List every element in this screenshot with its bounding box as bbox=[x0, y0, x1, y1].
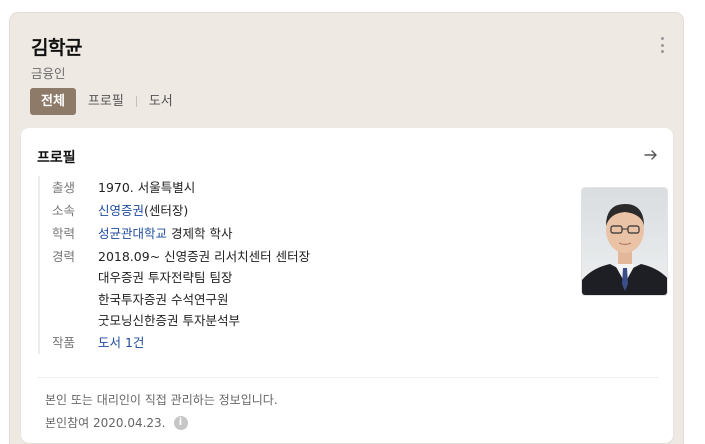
row-works: 작품 도서 1건 bbox=[52, 331, 310, 354]
row-career: 경력 2018.09~ 신영증권 리서치센터 센터장 대우증권 투자전략팀 팀장… bbox=[52, 245, 310, 331]
birth-label: 출생 bbox=[52, 180, 76, 195]
career-line: 한국투자증권 수석연구원 bbox=[98, 291, 229, 307]
managed-note: 본인 또는 대리인이 직접 관리하는 정보입니다. bbox=[45, 393, 278, 407]
arrow-right-icon[interactable] bbox=[643, 147, 659, 163]
affiliation-label: 소속 bbox=[52, 203, 76, 218]
info-icon[interactable]: i bbox=[173, 415, 188, 430]
profile-card: 프로필 출생 1970. 서울특별시 소속 신영증권(센터장) 학력 성균관대학… bbox=[21, 128, 673, 443]
verified-row: 본인참여 2020.04.23. i bbox=[45, 414, 188, 431]
career-label: 경력 bbox=[52, 249, 76, 264]
person-panel: 김학균 금융인 전체 프로필 도서 프로필 출생 1970. 서울특별시 소속 … bbox=[10, 13, 683, 444]
tab-all[interactable]: 전체 bbox=[30, 88, 76, 115]
affiliation-value: 신영증권(센터장) bbox=[98, 199, 188, 222]
works-label: 작품 bbox=[52, 335, 76, 351]
education-suffix: 경제학 학사 bbox=[167, 226, 233, 241]
card-title: 프로필 bbox=[37, 150, 76, 166]
more-vertical-icon[interactable] bbox=[661, 37, 665, 53]
education-label: 학력 bbox=[52, 226, 76, 241]
works-value: 도서 1건 bbox=[98, 331, 144, 354]
career-line: 대우증권 투자전략팀 팀장 bbox=[98, 270, 233, 286]
person-job: 금융인 bbox=[31, 66, 66, 81]
education-link[interactable]: 성균관대학교 bbox=[98, 226, 167, 241]
portrait-image bbox=[582, 188, 667, 295]
tab-books[interactable]: 도서 bbox=[137, 88, 185, 115]
verified-date: 본인참여 2020.04.23. bbox=[45, 416, 166, 430]
career-line: 굿모닝신한증권 투자분석부 bbox=[98, 312, 240, 328]
education-value: 성균관대학교 경제학 학사 bbox=[98, 222, 232, 245]
profile-info: 출생 1970. 서울특별시 소속 신영증권(센터장) 학력 성균관대학교 경제… bbox=[38, 176, 310, 355]
row-affiliation: 소속 신영증권(센터장) bbox=[52, 199, 310, 222]
affiliation-suffix: (센터장) bbox=[144, 203, 189, 218]
card-divider bbox=[37, 377, 659, 378]
career-value: 2018.09~ 신영증권 리서치센터 센터장 대우증권 투자전략팀 팀장 한국… bbox=[98, 246, 310, 331]
profile-photo[interactable] bbox=[581, 187, 668, 296]
tab-bar: 전체 프로필 도서 bbox=[30, 88, 185, 115]
career-line: 2018.09~ 신영증권 리서치센터 센터장 bbox=[98, 249, 311, 264]
works-link[interactable]: 도서 1건 bbox=[98, 335, 144, 350]
birth-value: 1970. 서울특별시 bbox=[98, 180, 196, 195]
row-birth: 출생 1970. 서울특별시 bbox=[52, 176, 310, 199]
affiliation-link[interactable]: 신영증권 bbox=[98, 203, 144, 218]
person-name: 김학균 bbox=[31, 37, 82, 59]
tab-profile[interactable]: 프로필 bbox=[76, 88, 136, 115]
row-education: 학력 성균관대학교 경제학 학사 bbox=[52, 222, 310, 245]
